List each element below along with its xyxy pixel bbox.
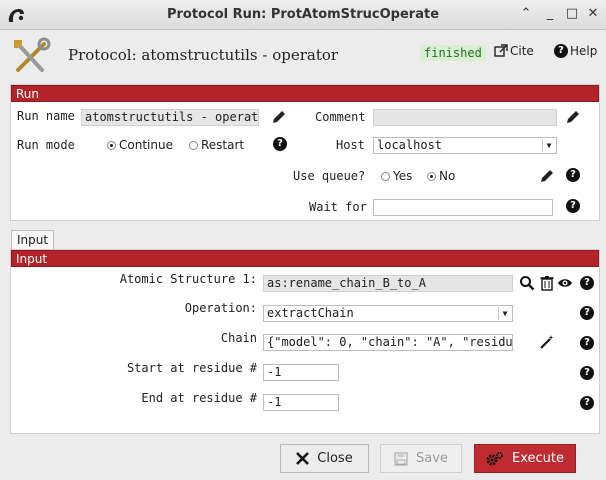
use-queue-help-icon[interactable]: ? [566, 168, 580, 182]
run-mode-continue-radio[interactable]: Continue [107, 138, 173, 152]
host-select[interactable]: localhost ▼ [373, 137, 557, 154]
start-residue-label: Start at residue # [126, 361, 257, 375]
save-button[interactable]: Save [380, 444, 462, 473]
end-residue-input[interactable]: -1 [263, 394, 339, 411]
comment-field[interactable] [373, 109, 557, 126]
start-residue-help-icon[interactable]: ? [580, 366, 594, 380]
use-queue-yes-radio[interactable]: Yes [381, 169, 412, 183]
window-minimize-icon[interactable]: _ [542, 6, 558, 22]
use-queue-label: Use queue? [293, 169, 366, 183]
window-maximize-icon[interactable]: □ [564, 6, 580, 22]
end-residue-label: End at residue # [141, 391, 257, 405]
tools-icon [14, 37, 51, 72]
close-label: Close [317, 451, 353, 466]
execute-button[interactable]: Execute [474, 444, 576, 473]
close-icon [296, 452, 310, 465]
trash-icon[interactable] [539, 275, 555, 291]
window-close-icon[interactable]: ✕ [585, 6, 601, 22]
input-section-header: Input [11, 250, 599, 267]
radio-selected-icon [427, 171, 436, 181]
pencil-edit-icon[interactable] [539, 168, 555, 184]
start-residue-input[interactable]: -1 [263, 364, 339, 381]
cite-link[interactable]: Cite [494, 44, 534, 58]
wait-for-input[interactable] [373, 199, 553, 216]
radio-unselected-icon [381, 171, 390, 181]
save-label: Save [416, 451, 448, 466]
run-name-field[interactable]: atomstructutils - operator [81, 109, 259, 126]
gears-icon [486, 451, 504, 465]
operation-select[interactable]: extractChain ▼ [263, 305, 513, 322]
help-icon: ? [554, 44, 568, 58]
tab-input[interactable]: Input [11, 230, 55, 249]
host-value: localhost [377, 138, 443, 152]
atomic-structure-label: Atomic Structure 1: [119, 272, 257, 286]
chain-help-icon[interactable]: ? [580, 336, 594, 350]
chevron-down-icon: ▼ [542, 139, 555, 152]
radio-selected-icon [107, 140, 116, 150]
run-name-label: Run name [17, 109, 75, 123]
help-label: Help [570, 44, 598, 58]
use-queue-no-radio[interactable]: No [427, 169, 455, 183]
chain-input[interactable]: {"model": 0, "chain": "A", "residues": 0… [263, 334, 513, 351]
search-icon[interactable] [519, 275, 535, 291]
atomic-structure-help-icon[interactable]: ? [580, 276, 594, 290]
run-section-header: Run [11, 85, 599, 102]
chain-label: Chain [220, 331, 257, 345]
comment-label: Comment [315, 110, 366, 124]
cite-label: Cite [510, 44, 534, 58]
eye-icon[interactable] [557, 275, 573, 291]
operation-help-icon[interactable]: ? [580, 306, 594, 320]
wait-for-help-icon[interactable]: ? [566, 199, 580, 213]
restart-label: Restart [201, 138, 245, 152]
run-mode-help-icon[interactable]: ? [273, 137, 287, 151]
pencil-edit-icon[interactable] [271, 109, 287, 125]
no-label: No [439, 169, 456, 183]
continue-label: Continue [119, 138, 173, 152]
protocol-title: Protocol: atomstructutils - operator [68, 46, 339, 64]
run-mode-label: Run mode [17, 138, 75, 152]
run-panel: Run Run name atomstructutils - operator … [10, 84, 600, 221]
window-titlebar: Protocol Run: ProtAtomStrucOperate ⌃ _ □… [0, 0, 606, 30]
wait-for-label: Wait for [309, 200, 367, 214]
chevron-down-icon: ▼ [498, 307, 511, 320]
window-title: Protocol Run: ProtAtomStrucOperate [166, 7, 440, 22]
external-link-icon [494, 44, 508, 57]
close-button[interactable]: Close [280, 444, 369, 473]
atomic-structure-field[interactable]: as:rename_chain_B_to_A [263, 275, 513, 292]
window-shade-icon[interactable]: ⌃ [518, 6, 534, 22]
end-residue-help-icon[interactable]: ? [580, 396, 594, 410]
save-icon [394, 451, 408, 466]
host-label: Host [336, 138, 365, 152]
magic-wand-icon[interactable] [539, 334, 555, 350]
yes-label: Yes [393, 169, 413, 183]
status-badge: finished [420, 45, 486, 61]
operation-label: Operation: [184, 301, 257, 315]
radio-unselected-icon [189, 140, 198, 150]
execute-label: Execute [512, 451, 564, 466]
operation-value: extractChain [267, 306, 354, 320]
run-mode-restart-radio[interactable]: Restart [189, 138, 244, 152]
pencil-edit-icon[interactable] [565, 109, 581, 125]
input-panel: Input Atomic Structure 1: as:rename_chai… [10, 249, 600, 434]
help-link[interactable]: ? Help [554, 44, 597, 58]
